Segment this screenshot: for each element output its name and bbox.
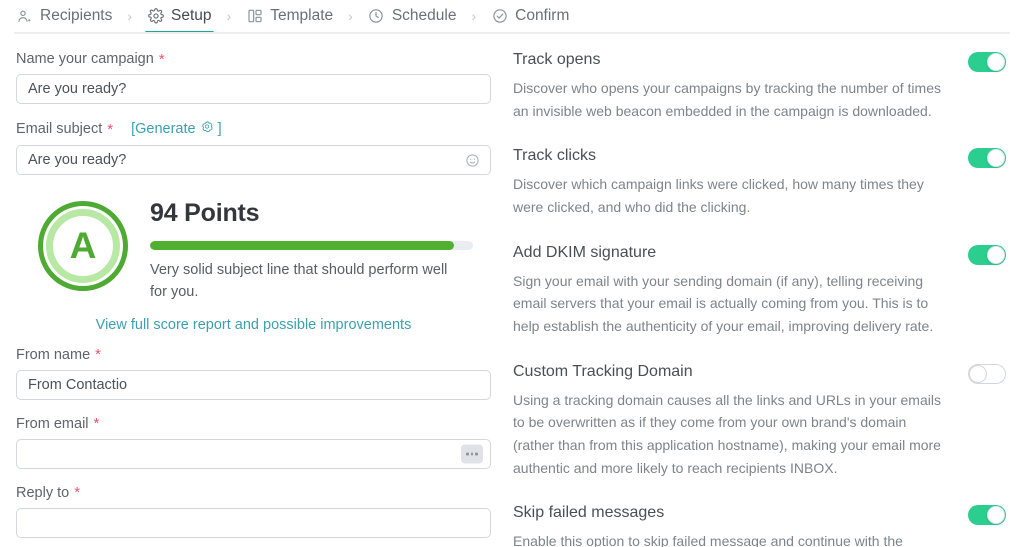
step-separator: › bbox=[348, 8, 353, 24]
campaign-name-label: Name your campaign * bbox=[16, 51, 492, 67]
field-from-name: From name * bbox=[16, 347, 492, 400]
reply-to-label: Reply to * bbox=[16, 485, 492, 501]
campaign-options: Track opens Discover who opens your camp… bbox=[506, 51, 1024, 547]
score-grade-letter: A bbox=[69, 225, 97, 266]
step-label: Schedule bbox=[391, 7, 457, 24]
option-description: Using a tracking domain causes all the l… bbox=[513, 391, 941, 476]
smiley-icon[interactable] bbox=[464, 152, 480, 168]
field-email-subject: Email subject * [Generate ] bbox=[16, 120, 492, 175]
option-skip-failed-messages: Skip failed messages Enable this option … bbox=[513, 504, 1006, 547]
stepper-divider bbox=[14, 32, 1010, 34]
template-layout-icon bbox=[246, 8, 263, 25]
ellipsis-icon[interactable] bbox=[461, 444, 483, 464]
step-label: Confirm bbox=[515, 7, 570, 24]
label-text: From email bbox=[16, 415, 89, 432]
toggle-skip-failed-messages[interactable] bbox=[968, 505, 1006, 526]
subject-score-block: A 94 Points Very solid subject line that… bbox=[16, 197, 492, 304]
campaign-name-input[interactable] bbox=[16, 74, 491, 104]
step-label: Template bbox=[270, 7, 334, 24]
campaign-setup-page: Recipients › Setup › Template › Schedule… bbox=[0, 0, 1024, 547]
campaign-form: Name your campaign * Email subject * [Ge… bbox=[0, 51, 506, 547]
reply-to-input[interactable] bbox=[16, 507, 491, 538]
step-separator: › bbox=[471, 8, 477, 24]
step-schedule[interactable]: Schedule bbox=[366, 1, 459, 32]
option-description: Enable this option to skip failed messag… bbox=[513, 533, 903, 547]
score-progress-fill bbox=[150, 241, 454, 250]
email-subject-label: Email subject * [Generate ] bbox=[16, 120, 492, 138]
required-marker: * bbox=[74, 484, 81, 502]
option-title: Custom Tracking Domain bbox=[513, 362, 693, 380]
campaign-stepper: Recipients › Setup › Template › Schedule… bbox=[0, 0, 1024, 34]
option-description: Discover which campaign links were click… bbox=[513, 176, 924, 216]
step-label: Recipients bbox=[40, 7, 113, 24]
clock-icon bbox=[368, 8, 385, 25]
toggle-custom-tracking-domain[interactable] bbox=[968, 363, 1006, 384]
generate-link-close: ] bbox=[217, 121, 222, 137]
email-subject-input[interactable] bbox=[16, 145, 491, 175]
step-setup[interactable]: Setup bbox=[145, 1, 214, 34]
required-marker: * bbox=[93, 415, 100, 433]
toggle-track-opens[interactable] bbox=[968, 52, 1006, 72]
option-title: Track clicks bbox=[513, 147, 596, 165]
label-text: Email subject bbox=[16, 121, 103, 137]
generate-link-text: [Generate bbox=[131, 121, 196, 137]
required-marker: * bbox=[107, 120, 114, 138]
step-label: Setup bbox=[171, 7, 212, 24]
score-progress-track bbox=[150, 241, 473, 250]
recipients-icon bbox=[16, 8, 33, 25]
option-track-opens: Track opens Discover who opens your camp… bbox=[513, 51, 1006, 122]
step-recipients[interactable]: Recipients bbox=[14, 1, 114, 32]
setup-columns: Name your campaign * Email subject * [Ge… bbox=[0, 32, 1024, 547]
field-campaign-name: Name your campaign * bbox=[16, 51, 492, 104]
field-from-email: From email * bbox=[16, 416, 492, 469]
from-name-label: From name * bbox=[16, 347, 492, 363]
option-title: Add DKIM signature bbox=[513, 243, 657, 261]
generate-subject-link[interactable]: [Generate ] bbox=[131, 120, 222, 138]
option-description: Discover who opens your campaigns by tra… bbox=[513, 80, 941, 119]
label-text: Name your campaign bbox=[16, 51, 154, 67]
option-track-clicks: Track clicks Discover which campaign lin… bbox=[513, 147, 1006, 218]
option-description: Sign your email with your sending domain… bbox=[513, 272, 934, 335]
step-separator: › bbox=[226, 8, 232, 24]
from-name-input[interactable] bbox=[16, 369, 491, 400]
from-email-label: From email * bbox=[16, 416, 492, 432]
view-score-report-link[interactable]: View full score report and possible impr… bbox=[16, 317, 491, 333]
toggle-track-clicks[interactable] bbox=[968, 148, 1006, 169]
toggle-add-dkim-signature[interactable] bbox=[968, 244, 1006, 265]
score-note: Very solid subject line that should perf… bbox=[150, 262, 448, 301]
openai-sparkle-icon bbox=[200, 120, 214, 138]
option-add-dkim-signature: Add DKIM signature Sign your email with … bbox=[513, 244, 1006, 338]
option-title: Skip failed messages bbox=[513, 504, 665, 522]
field-reply-to: Reply to * bbox=[16, 485, 492, 538]
option-title: Track opens bbox=[513, 51, 601, 68]
score-points: 94 Points bbox=[150, 199, 260, 227]
step-confirm[interactable]: Confirm bbox=[489, 1, 571, 32]
from-email-input[interactable] bbox=[16, 438, 491, 469]
gear-icon bbox=[147, 8, 164, 25]
label-text: From name bbox=[16, 346, 91, 363]
option-custom-tracking-domain: Custom Tracking Domain Using a tracking … bbox=[513, 363, 1006, 480]
required-marker: * bbox=[95, 346, 101, 364]
step-separator: › bbox=[127, 8, 133, 24]
check-circle-icon bbox=[491, 8, 508, 25]
label-text: Reply to bbox=[16, 484, 70, 501]
step-template[interactable]: Template bbox=[244, 1, 335, 32]
score-badge: A bbox=[38, 201, 128, 291]
required-marker: * bbox=[158, 50, 165, 68]
